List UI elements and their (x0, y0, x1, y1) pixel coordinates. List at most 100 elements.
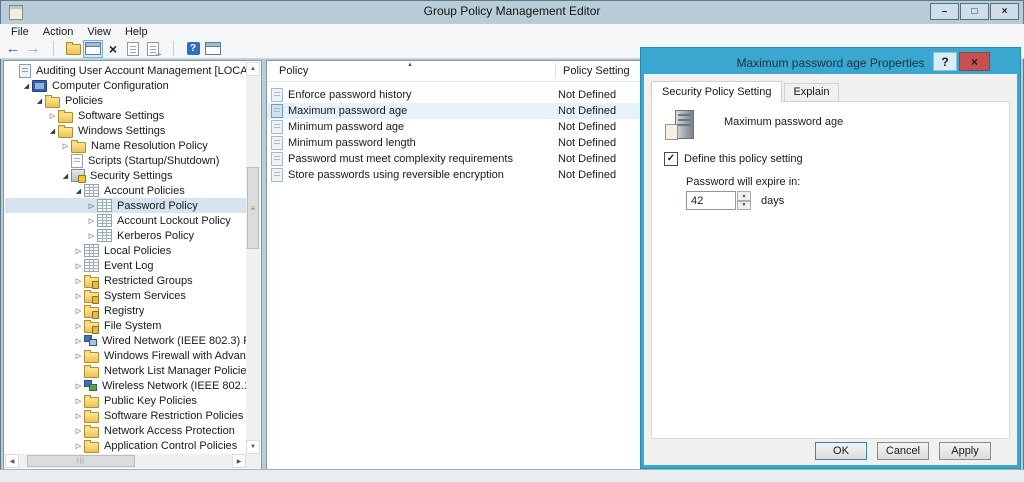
spin-down-button[interactable]: ▼ (737, 201, 751, 211)
folder-lock-icon (84, 292, 99, 303)
toolbar-button[interactable] (63, 40, 83, 58)
toolbar-button[interactable] (183, 40, 203, 58)
dialog-body: Security Policy Setting Explain Maximum … (644, 74, 1017, 465)
expander-icon[interactable] (73, 277, 84, 285)
toolbar-button[interactable] (203, 40, 223, 58)
policy-name-cell: Store passwords using reversible encrypt… (288, 169, 558, 181)
expander-icon[interactable] (86, 232, 97, 240)
define-policy-label[interactable]: Define this policy setting (684, 153, 803, 165)
menu-item[interactable]: Help (118, 24, 155, 39)
tree-item[interactable]: Auditing User Account Management [LOCAL_… (5, 63, 246, 78)
expander-icon[interactable] (60, 142, 71, 150)
tree-item[interactable]: Scripts (Startup/Shutdown) (5, 153, 246, 168)
spin-up-button[interactable]: ▲ (737, 191, 751, 201)
tree-item-label: Scripts (Startup/Shutdown) (88, 155, 219, 167)
expander-icon[interactable] (47, 127, 58, 135)
toolbar-button[interactable] (83, 40, 103, 58)
expander-icon[interactable] (73, 307, 84, 315)
titlebar: Group Policy Management Editor – □ × (0, 0, 1024, 24)
toolbar-button[interactable] (23, 40, 43, 58)
menu-item[interactable]: File (4, 24, 36, 39)
vertical-scroll-thumb[interactable]: ≡ (247, 167, 259, 249)
expander-icon[interactable] (73, 352, 84, 360)
tab-security-policy-setting[interactable]: Security Policy Setting (651, 81, 782, 103)
tree-item[interactable]: Application Control Policies (5, 438, 246, 453)
expander-icon[interactable] (73, 292, 84, 300)
dialog-close-button[interactable]: × (959, 52, 990, 71)
column-header-policy[interactable]: Policy (279, 65, 308, 77)
tree-horizontal-scrollbar[interactable]: ◀ ||| ▶ (5, 454, 246, 468)
days-label: days (761, 195, 784, 207)
tree-item[interactable]: Password Policy (5, 198, 246, 213)
minimize-button[interactable]: – (930, 3, 959, 20)
tree-item[interactable]: Local Policies (5, 243, 246, 258)
tree-item[interactable]: Software Restriction Policies (5, 408, 246, 423)
tree-item[interactable]: Policies (5, 93, 246, 108)
expander-icon[interactable] (73, 187, 84, 195)
expander-icon[interactable] (73, 262, 84, 270)
apply-button[interactable]: Apply (939, 442, 991, 460)
tree-item[interactable]: System Services (5, 288, 246, 303)
expander-icon[interactable] (73, 337, 84, 345)
toolbar-button[interactable] (123, 40, 143, 58)
expander-icon[interactable] (73, 442, 84, 450)
tree-item-label: Restricted Groups (104, 275, 193, 287)
tree-item[interactable]: Account Lockout Policy (5, 213, 246, 228)
expander-icon[interactable] (60, 172, 71, 180)
dialog-help-button[interactable]: ? (933, 52, 957, 71)
column-divider[interactable] (555, 63, 556, 79)
tree-item[interactable]: Name Resolution Policy (5, 138, 246, 153)
tree-item-label: Computer Configuration (52, 80, 169, 92)
toolbar-button[interactable] (143, 40, 163, 58)
tree-item[interactable]: Event Log (5, 258, 246, 273)
column-header-policy-setting[interactable]: Policy Setting (563, 65, 630, 77)
menu-item[interactable]: Action (36, 24, 81, 39)
ok-button[interactable]: OK (815, 442, 867, 460)
scroll-up-arrow[interactable]: ▲ (246, 62, 260, 76)
horizontal-scroll-thumb[interactable]: ||| (27, 455, 135, 467)
expander-icon[interactable] (86, 217, 97, 225)
console-tree-panel: Auditing User Account Management [LOCAL_… (3, 60, 262, 470)
tree-item[interactable]: Public Key Policies (5, 393, 246, 408)
scroll-down-arrow[interactable]: ▼ (246, 440, 260, 454)
tree-item[interactable]: Computer Configuration (5, 78, 246, 93)
tree-item[interactable]: Wired Network (IEEE 802.3) Polic (5, 333, 246, 348)
expire-days-input[interactable]: 42 (686, 191, 736, 210)
toolbar-button[interactable] (103, 40, 123, 58)
tree-item-label: Kerberos Policy (117, 230, 194, 242)
up-one-level-icon (66, 44, 81, 55)
expander-icon[interactable] (73, 322, 84, 330)
tree-item[interactable]: File System (5, 318, 246, 333)
tree-item[interactable]: Windows Settings (5, 123, 246, 138)
expander-icon[interactable] (73, 412, 84, 420)
expander-icon[interactable] (73, 247, 84, 255)
expander-icon[interactable] (73, 427, 84, 435)
expander-icon[interactable] (73, 397, 84, 405)
tree-vertical-scrollbar[interactable]: ▲ ≡ ▼ (246, 62, 260, 454)
tree-item[interactable]: Network List Manager Policies (5, 363, 246, 378)
cancel-button[interactable]: Cancel (877, 442, 929, 460)
tree-item[interactable]: Kerberos Policy (5, 228, 246, 243)
tree-item[interactable]: Windows Firewall with Advanced (5, 348, 246, 363)
close-button[interactable]: × (990, 3, 1019, 20)
expander-icon[interactable] (73, 382, 84, 390)
tab-explain[interactable]: Explain (784, 83, 838, 102)
expander-icon[interactable] (86, 202, 97, 210)
scroll-left-arrow[interactable]: ◀ (5, 454, 19, 468)
folder-icon (58, 127, 73, 138)
tree-item[interactable]: Software Settings (5, 108, 246, 123)
expander-icon[interactable] (47, 112, 58, 120)
maximize-button[interactable]: □ (960, 3, 989, 20)
tree-item[interactable]: Wireless Network (IEEE 802.11) P (5, 378, 246, 393)
expander-icon[interactable] (34, 97, 45, 105)
tree-item[interactable]: Network Access Protection (5, 423, 246, 438)
tree-item[interactable]: Account Policies (5, 183, 246, 198)
expander-icon[interactable] (21, 82, 32, 90)
define-policy-checkbox[interactable]: ✓ (664, 152, 678, 166)
toolbar-button[interactable] (3, 40, 23, 58)
tree-item[interactable]: Registry (5, 303, 246, 318)
tree-item[interactable]: Security Settings (5, 168, 246, 183)
scroll-right-arrow[interactable]: ▶ (232, 454, 246, 468)
tree-item[interactable]: Restricted Groups (5, 273, 246, 288)
menu-item[interactable]: View (80, 24, 118, 39)
